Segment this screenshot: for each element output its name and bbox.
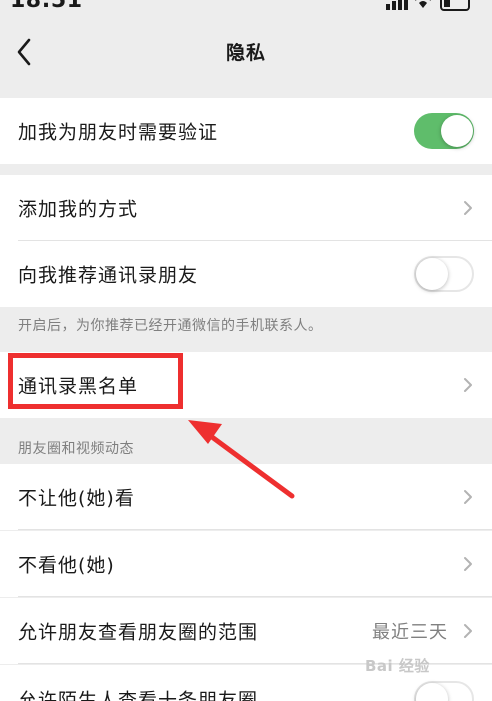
row-label: 允许陌生人查看十条朋友圈 [18,689,259,701]
wifi-icon [415,0,431,8]
highlight-box [8,353,183,409]
verify-friend-toggle[interactable] [414,113,474,149]
watermark: Bai 经验 [365,657,430,675]
toggle-knob [416,683,448,701]
annotation-arrow-icon [188,420,295,499]
chevron-right-icon [464,490,472,504]
chevron-right-icon [464,201,472,215]
row-label: 允许朋友查看朋友圈的范围 [18,621,259,644]
status-time: 18:51 [10,0,83,13]
chevron-right-icon [464,378,472,392]
row-label: 加我为朋友时需要验证 [18,121,219,144]
toggle-knob [441,115,473,147]
row-label: 不让他(她)看 [18,487,135,510]
status-bar: 18:51 [0,0,492,14]
row-recommend-contacts: 向我推荐通讯录朋友 [0,241,492,307]
moments-range-value: 最近三天 [372,622,448,643]
recommend-contacts-toggle[interactable] [414,256,474,292]
row-label: 添加我的方式 [18,198,139,221]
row-add-me-methods[interactable]: 添加我的方式 [0,175,492,241]
stranger-view-toggle[interactable] [414,681,474,701]
section-header-moments: 朋友圈和视频动态 [18,441,134,457]
row-dont-see[interactable]: 不看他(她) [0,531,492,597]
navigation-bar: 隐私 [0,14,492,98]
divider [18,529,492,530]
signal-icon [386,0,408,10]
chevron-right-icon [464,624,472,638]
row-verify-friend: 加我为朋友时需要验证 [0,98,492,164]
page-title: 隐私 [225,42,266,64]
row-label: 不看他(她) [18,554,115,577]
row-label: 向我推荐通讯录朋友 [18,264,199,287]
chevron-right-icon [464,557,472,571]
divider [18,596,492,597]
toggle-knob [416,258,448,290]
battery-icon [440,0,470,11]
recommend-hint: 开启后，为你推荐已经开通微信的手机联系人。 [18,318,323,334]
